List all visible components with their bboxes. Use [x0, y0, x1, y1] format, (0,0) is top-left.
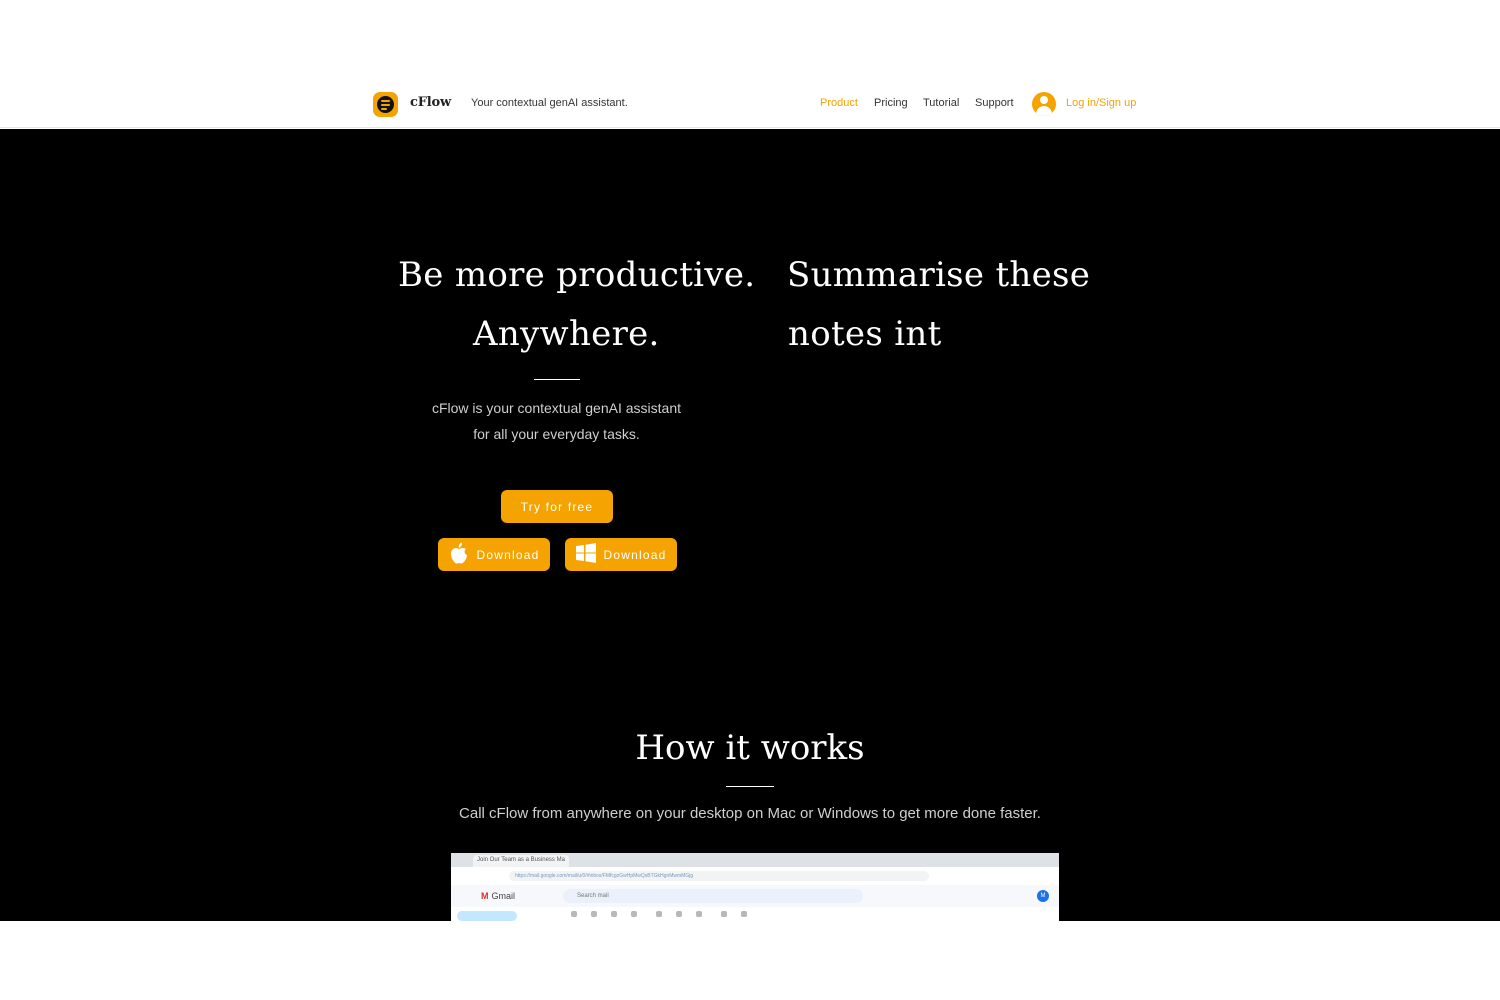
gmail-label: Gmail [491, 891, 516, 901]
gmail-avatar: M [1037, 890, 1049, 902]
gmail-search: Search mail [563, 889, 863, 903]
hero-description-line-1: cFlow is your contextual genAI assistant [431, 400, 681, 416]
hero-description: cFlow is your contextual genAI assistant… [380, 395, 733, 447]
hero-section: Be more productive. Anywhere. Summarise … [0, 129, 1500, 921]
typing-demo-line-1: Summarise these [787, 255, 1091, 295]
cflow-logo-icon[interactable] [373, 92, 398, 117]
hero-description-line-2: for all your everyday tasks. [473, 426, 640, 442]
browser-tab-bar: Join Our Team as a Business Ma [451, 853, 1059, 867]
nav-support[interactable]: Support [975, 97, 1014, 109]
windows-download-button[interactable]: Download [565, 538, 677, 571]
gmail-logo: M Gmail [481, 891, 515, 901]
mac-download-label: Download [476, 547, 540, 562]
try-for-free-button[interactable]: Try for free [501, 490, 613, 523]
hero-divider [534, 379, 580, 380]
how-it-works-divider [726, 786, 774, 787]
how-it-works-title: How it works [635, 728, 865, 768]
typing-demo-line-2: notes int [788, 314, 942, 354]
demo-screenshot: Join Our Team as a Business Ma https://m… [451, 853, 1059, 921]
gmail-header: M Gmail Search mail M [451, 885, 1059, 907]
apple-icon [449, 542, 469, 567]
site-header: cFlow Your contextual genAI assistant. P… [0, 0, 1500, 128]
nav-pricing[interactable]: Pricing [874, 97, 908, 109]
nav-product[interactable]: Product [820, 97, 858, 109]
gmail-compose-button [457, 911, 517, 921]
try-for-free-label: Try for free [520, 499, 594, 514]
windows-download-label: Download [603, 547, 667, 562]
hero-headline-line-2: Anywhere. [473, 314, 660, 354]
header-tagline: Your contextual genAI assistant. [471, 97, 628, 109]
how-it-works-description: Call cFlow from anywhere on your desktop… [459, 805, 1041, 822]
browser-url: https://mail.google.com/mail/u/0/#inbox/… [509, 871, 929, 881]
brand-name[interactable]: cFlow [410, 95, 451, 110]
browser-url-bar: https://mail.google.com/mail/u/0/#inbox/… [451, 867, 1059, 885]
user-avatar-icon[interactable] [1032, 92, 1056, 116]
mac-download-button[interactable]: Download [438, 538, 550, 571]
gmail-toolbar [451, 907, 1059, 921]
hero-headline-line-1: Be more productive. [398, 255, 756, 295]
windows-icon [575, 543, 596, 566]
browser-tab: Join Our Team as a Business Ma [473, 855, 569, 867]
nav-tutorial[interactable]: Tutorial [923, 97, 959, 109]
login-signup-link[interactable]: Log in/Sign up [1066, 97, 1136, 109]
gmail-m-icon: M [481, 891, 489, 901]
